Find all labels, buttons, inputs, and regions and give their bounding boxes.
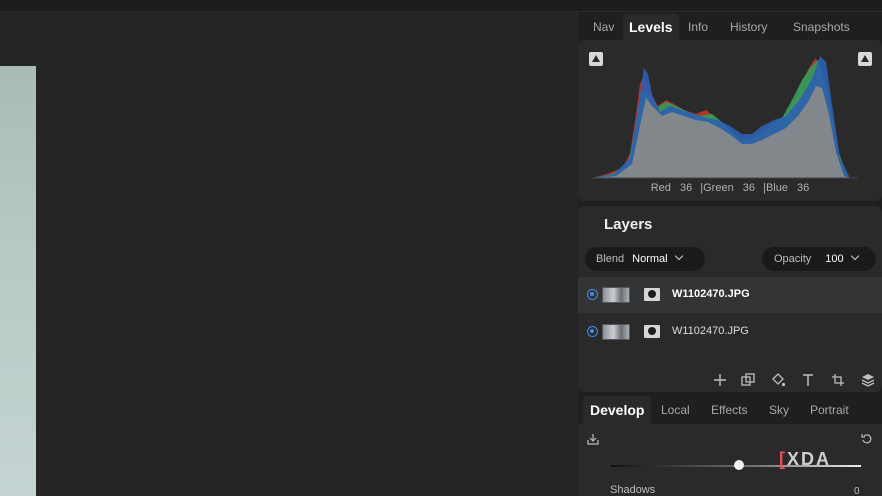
watermark-bracket: [ [779,449,787,469]
red-label: Red [650,182,671,194]
tab-levels[interactable]: Levels [623,14,679,40]
crop-layer-icon[interactable] [830,372,846,388]
chevron-down-icon [850,251,859,261]
histogram-panel: Red 36 |Green 36 |Blue 36 [578,40,882,201]
layer-row[interactable]: W1102470.JPG [578,314,882,350]
layers-title: Layers [604,216,653,233]
text-icon[interactable] [800,372,816,388]
watermark-text: XDA [787,449,832,469]
layer-thumbnail [602,324,630,340]
xda-watermark-logo: [XDA [779,449,831,471]
tab-info[interactable]: Info [688,14,708,40]
import-preset-icon[interactable] [586,432,600,446]
layers-stack-icon[interactable] [860,372,876,388]
green-value: 36 [742,182,756,194]
add-layer-icon[interactable] [712,372,728,388]
tone-slider-handle[interactable] [733,460,744,470]
rgb-readout: Red 36 |Green 36 |Blue 36 [578,182,882,194]
highlight-clipping-toggle-icon[interactable] [858,52,872,66]
layer-visibility-toggle[interactable] [587,289,598,300]
green-label: Green [703,182,734,194]
tab-snapshots[interactable]: Snapshots [793,14,850,40]
tab-effects[interactable]: Effects [711,396,747,424]
shadows-value: 0 [854,486,860,496]
image-canvas[interactable] [0,12,578,496]
layer-name: W1102470.JPG [672,325,749,337]
opacity-label: Opacity [774,253,812,265]
tab-sky[interactable]: Sky [769,396,789,424]
tab-local[interactable]: Local [661,396,690,424]
develop-tabs: Develop Local Effects Sky Portrait [578,396,882,424]
tab-history[interactable]: History [730,14,767,40]
blue-label: Blue [765,182,788,194]
fill-icon[interactable] [770,372,786,388]
chevron-down-icon [674,251,683,261]
blend-value: Normal [632,253,668,265]
tab-portrait[interactable]: Portrait [810,396,849,424]
blue-value: 36 [797,182,810,194]
blend-mode-dropdown[interactable]: Blend Normal [585,247,705,271]
develop-panel: Shadows 0 [578,424,882,496]
tab-nav[interactable]: Nav [593,14,614,40]
histogram-graph [592,56,858,179]
top-toolbar [0,0,882,12]
layer-name: W1102470.JPG [672,288,750,300]
panel-tabs: Nav Levels Info History Snapshots [578,14,882,40]
opacity-value: 100 [825,253,844,265]
right-panel: Nav Levels Info History Snapshots Red 36… [578,12,882,496]
shadows-label: Shadows [610,484,656,496]
duplicate-layer-icon[interactable] [740,372,756,388]
tab-develop[interactable]: Develop [583,396,652,424]
layers-panel: Layers Blend Normal Opacity 100 W1102470.J… [578,206,882,392]
layer-mask-icon[interactable] [644,288,660,301]
photo-preview [0,66,36,496]
layer-row[interactable]: W1102470.JPG [578,277,882,313]
reset-icon[interactable] [860,432,874,446]
layer-visibility-toggle[interactable] [587,326,598,337]
layer-mask-icon[interactable] [644,325,660,338]
blend-label: Blend [596,253,625,265]
layer-thumbnail [602,287,630,303]
opacity-dropdown[interactable]: Opacity 100 [762,247,876,271]
red-value: 36 [679,182,693,194]
